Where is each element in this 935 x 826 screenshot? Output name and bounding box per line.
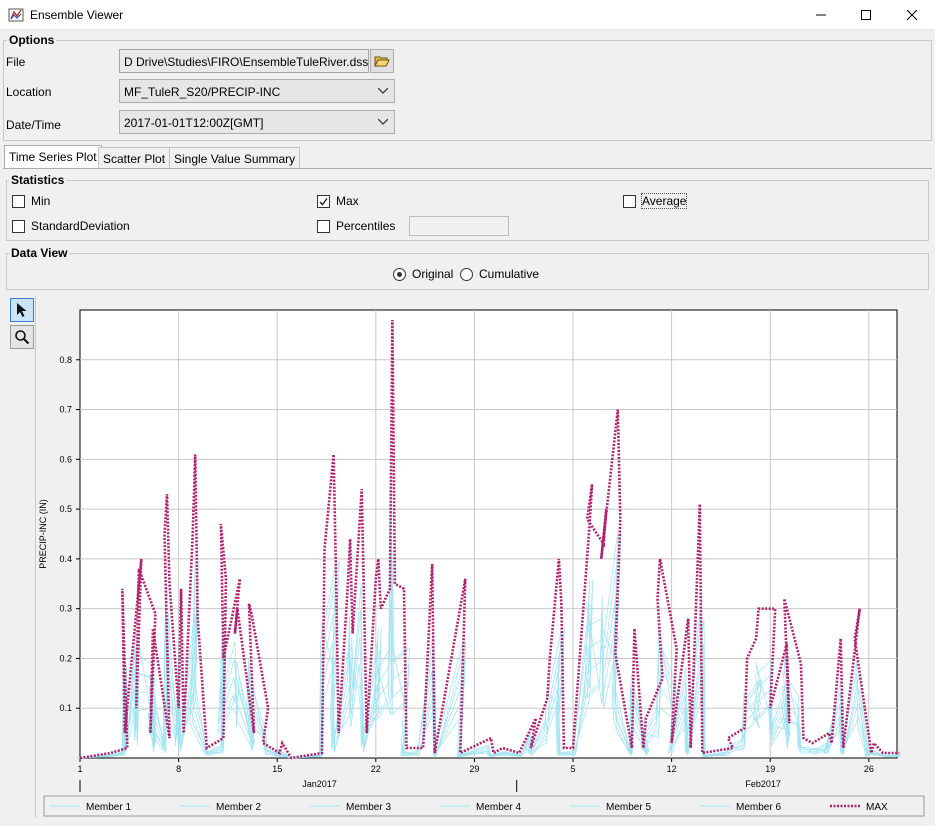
y-tick-label: 0.5 [59, 504, 72, 514]
average-label: Average [640, 193, 688, 209]
average-checkbox[interactable]: Average [623, 193, 688, 209]
original-radio-button[interactable] [393, 267, 406, 281]
stddev-checkbox-box[interactable] [12, 219, 25, 233]
y-tick-label: 0.1 [59, 703, 72, 713]
tab-scatter-plot[interactable]: Scatter Plot [98, 147, 171, 169]
max-checkbox[interactable]: Max [317, 194, 359, 208]
chevron-down-icon [378, 119, 388, 125]
time-series-chart: 1 8 15 22 29 5 12 19 26 Jan2017 Feb2017 0.1 0.2 0.3 0.… [36, 296, 932, 820]
min-checkbox[interactable]: Min [12, 194, 50, 208]
x-tick-label: 19 [765, 764, 775, 774]
y-tick-label: 0.7 [59, 405, 72, 415]
y-tick-label: 0.8 [59, 355, 72, 365]
datetime-value: 2017-01-01T12:00Z[GMT] [124, 116, 264, 130]
legend-label: Member 5 [606, 802, 651, 813]
folder-open-icon [374, 56, 390, 67]
legend-label: MAX [866, 802, 888, 813]
file-field[interactable]: D Drive\Studies\FIRO\EnsembleTuleRiver.d… [119, 49, 369, 73]
cumulative-radio-button[interactable] [460, 267, 473, 281]
x-group-label: Feb2017 [745, 779, 781, 789]
title-bar: Ensemble Viewer [0, 0, 935, 30]
chevron-down-icon [378, 88, 388, 94]
cumulative-radio[interactable]: Cumulative [460, 267, 539, 281]
legend-label: Member 6 [736, 802, 781, 813]
stddev-label: StandardDeviation [31, 219, 130, 233]
y-tick-label: 0.2 [59, 653, 72, 663]
tab-time-series-plot[interactable]: Time Series Plot [4, 145, 102, 169]
browse-button[interactable] [370, 49, 394, 73]
min-label: Min [31, 194, 51, 208]
location-label: Location [6, 85, 52, 99]
x-tick-label: 15 [272, 764, 282, 774]
y-tick-label: 0.4 [59, 554, 72, 564]
zoom-icon [15, 330, 30, 345]
close-icon [907, 10, 917, 20]
average-checkbox-box[interactable] [623, 194, 636, 208]
x-tick-label: 29 [469, 764, 479, 774]
location-value: MF_TuleR_S20/PRECIP-INC [124, 85, 281, 99]
percentiles-checkbox-box[interactable] [317, 219, 330, 233]
legend-label: Member 1 [86, 802, 131, 813]
percentiles-input[interactable] [409, 216, 509, 236]
legend-label: Member 2 [216, 802, 261, 813]
x-tick-label: 12 [667, 764, 677, 774]
window-title: Ensemble Viewer [30, 8, 124, 22]
tab-single-value-summary[interactable]: Single Value Summary [169, 147, 301, 169]
max-checkbox-box[interactable] [317, 194, 330, 208]
y-axis-label: PRECIP-INC (IN) [38, 499, 48, 569]
location-select[interactable]: MF_TuleR_S20/PRECIP-INC [119, 79, 395, 103]
legend-label: Member 4 [476, 802, 521, 813]
chart-svg: 1 8 15 22 29 5 12 19 26 Jan2017 Feb2017 0.1 0.2 0.3 0.… [38, 309, 925, 817]
min-checkbox-box[interactable] [12, 194, 25, 208]
original-label: Original [412, 267, 454, 281]
legend-label: Member 3 [346, 802, 391, 813]
y-tick-label: 0.3 [59, 604, 72, 614]
percentiles-label: Percentiles [336, 219, 396, 233]
max-label: Max [336, 194, 359, 208]
x-tick-label: 22 [371, 764, 381, 774]
datetime-select[interactable]: 2017-01-01T12:00Z[GMT] [119, 110, 395, 134]
minimize-icon [816, 14, 826, 16]
cumulative-label: Cumulative [479, 267, 540, 281]
x-tick-label: 26 [864, 764, 874, 774]
x-tick-label: 1 [77, 764, 82, 774]
original-radio[interactable]: Original [393, 267, 453, 281]
zoom-tool-button[interactable] [10, 325, 34, 349]
pointer-tool-button[interactable] [10, 298, 34, 322]
percentiles-checkbox[interactable]: Percentiles [317, 219, 395, 233]
stddev-checkbox[interactable]: StandardDeviation [12, 219, 130, 233]
options-title: Options [7, 33, 57, 47]
close-button[interactable] [889, 0, 935, 30]
checkmark-icon [319, 197, 328, 206]
data-view-title: Data View [9, 246, 70, 260]
y-tick-label: 0.6 [59, 454, 72, 464]
minimize-button[interactable] [798, 0, 844, 30]
app-icon [8, 7, 24, 23]
pointer-icon [17, 303, 27, 317]
maximize-icon [861, 10, 871, 20]
maximize-button[interactable] [843, 0, 889, 30]
file-label: File [6, 55, 26, 69]
tab-divider [3, 168, 932, 169]
x-group-label: Jan2017 [302, 779, 337, 789]
x-tick-label: 8 [176, 764, 181, 774]
datetime-label: Date/Time [6, 118, 61, 132]
x-tick-label: 5 [571, 764, 576, 774]
statistics-title: Statistics [9, 173, 67, 187]
